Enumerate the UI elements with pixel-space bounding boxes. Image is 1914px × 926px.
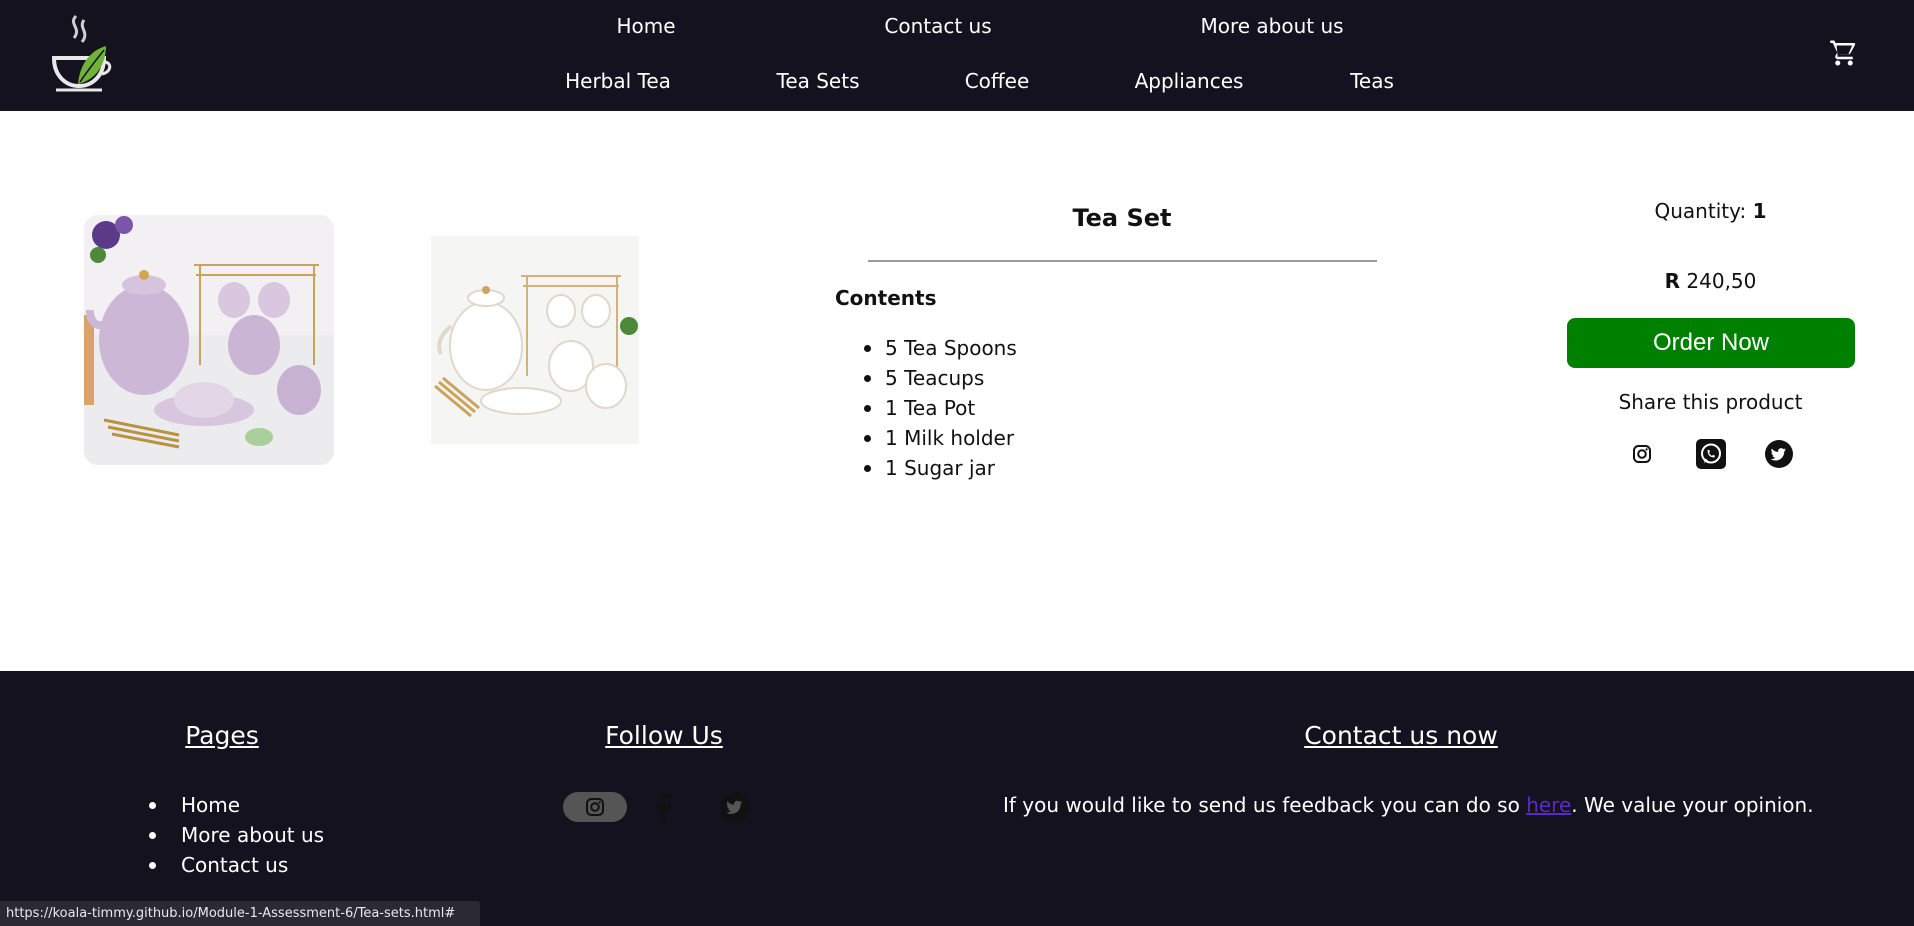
feedback-text-before: If you would like to send us feedback yo…	[1003, 793, 1527, 817]
teacup-logo-icon[interactable]	[48, 14, 114, 94]
price-currency: R	[1664, 269, 1681, 293]
feedback-here-link[interactable]: here	[1526, 793, 1571, 817]
quantity-value: 1	[1752, 199, 1767, 223]
title-divider	[868, 260, 1377, 262]
nav-contact-us[interactable]: Contact us	[884, 13, 991, 39]
footer-link-more-about-us[interactable]: More about us	[148, 820, 324, 850]
facebook-icon[interactable]	[654, 791, 674, 823]
nav-teas[interactable]: Teas	[1350, 68, 1394, 94]
list-item: 5 Tea Spoons	[864, 333, 1017, 363]
list-item: 1 Sugar jar	[864, 453, 1017, 483]
footer-pages-heading: Pages	[185, 721, 259, 750]
nav-herbal-tea[interactable]: Herbal Tea	[565, 68, 671, 94]
product-title: Tea Set	[1072, 204, 1172, 232]
cart-icon[interactable]	[1829, 38, 1859, 68]
site-header: Home Contact us More about us Herbal Tea…	[0, 0, 1914, 111]
twitter-icon[interactable]	[719, 791, 751, 823]
footer-pages-list: Home More about us Contact us	[148, 790, 324, 880]
nav-home[interactable]: Home	[616, 13, 675, 39]
list-item: 1 Milk holder	[864, 423, 1017, 453]
instagram-icon[interactable]	[1627, 439, 1657, 469]
feedback-text: If you would like to send us feedback yo…	[1003, 793, 1814, 817]
feedback-text-after: . We value your opinion.	[1571, 793, 1814, 817]
order-now-button[interactable]: Order Now	[1567, 318, 1855, 368]
nav-more-about-us[interactable]: More about us	[1200, 13, 1343, 39]
footer-link-contact-us[interactable]: Contact us	[148, 850, 324, 880]
status-bar-url: https://koala-timmy.github.io/Module-1-A…	[0, 901, 480, 926]
contents-heading: Contents	[835, 286, 937, 310]
product-image-white-tea-set[interactable]	[431, 236, 639, 444]
whatsapp-icon[interactable]	[1696, 439, 1726, 469]
price-value: 240,50	[1686, 269, 1757, 293]
nav-appliances[interactable]: Appliances	[1135, 68, 1244, 94]
nav-coffee[interactable]: Coffee	[965, 68, 1030, 94]
twitter-icon[interactable]	[1764, 439, 1794, 469]
list-item: 1 Tea Pot	[864, 393, 1017, 423]
share-label: Share this product	[1618, 390, 1803, 414]
footer-contact-heading: Contact us now	[1304, 721, 1498, 750]
quantity-display: Quantity: 1	[1567, 199, 1854, 223]
list-item: 5 Teacups	[864, 363, 1017, 393]
price-display: R 240,50	[1567, 269, 1854, 293]
footer-link-home[interactable]: Home	[148, 790, 324, 820]
site-footer: Pages Home More about us Contact us Foll…	[0, 671, 1914, 926]
product-image-lilac-tea-set[interactable]	[84, 215, 334, 465]
contents-list: 5 Tea Spoons 5 Teacups 1 Tea Pot 1 Milk …	[864, 333, 1017, 483]
instagram-icon[interactable]	[563, 791, 627, 823]
quantity-label: Quantity:	[1654, 199, 1747, 223]
footer-follow-heading: Follow Us	[605, 721, 723, 750]
nav-tea-sets[interactable]: Tea Sets	[777, 68, 860, 94]
